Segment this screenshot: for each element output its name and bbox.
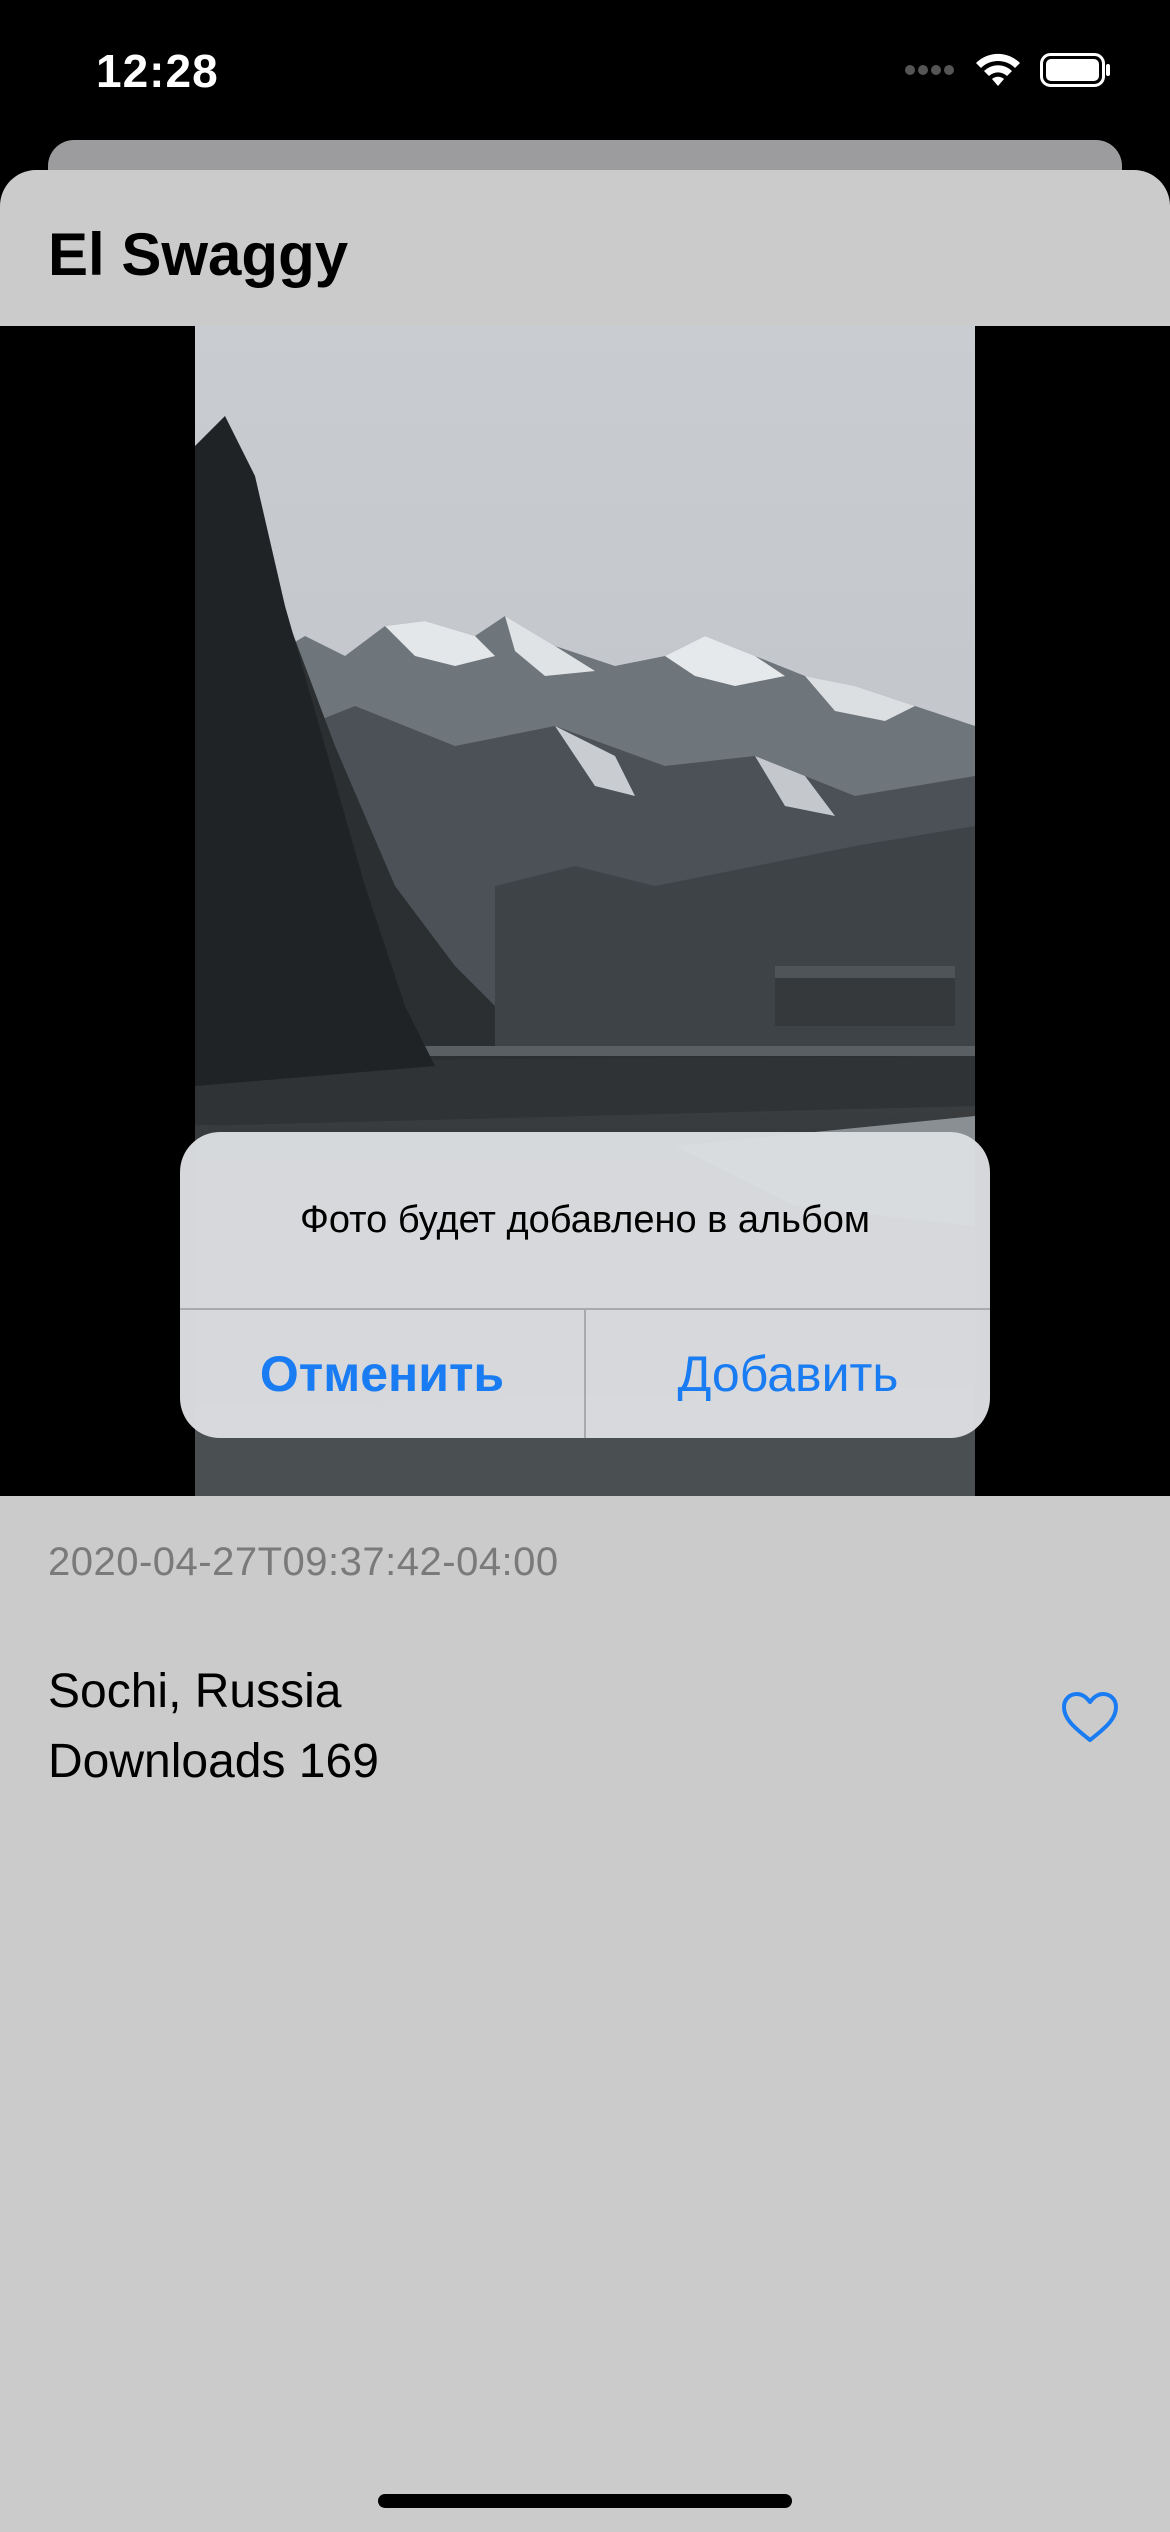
photo-location: Sochi, Russia bbox=[48, 1665, 342, 1718]
add-to-album-alert: Фото будет добавлено в альбом Отменить Д… bbox=[180, 1132, 990, 1438]
wifi-icon bbox=[976, 53, 1020, 86]
photo-downloads: Downloads 169 bbox=[48, 1735, 379, 1788]
status-icons bbox=[904, 52, 1112, 88]
photo-detail-screen: 12:28 El Swaggy 2020-04-27T09:37:42-04:0… bbox=[0, 0, 1170, 2532]
cellular-signal-icon bbox=[905, 65, 954, 75]
favorite-button[interactable] bbox=[1060, 1690, 1120, 1746]
status-time: 12:28 bbox=[96, 45, 219, 97]
author-title: El Swaggy bbox=[48, 221, 349, 288]
battery-icon bbox=[1040, 53, 1110, 87]
add-button[interactable]: Добавить bbox=[586, 1310, 990, 1438]
cancel-button[interactable]: Отменить bbox=[180, 1310, 584, 1438]
home-indicator bbox=[378, 2494, 792, 2508]
alert-message: Фото будет добавлено в альбом bbox=[299, 1198, 871, 1241]
heart-outline-icon bbox=[1062, 1692, 1118, 1742]
photo-date: 2020-04-27T09:37:42-04:00 bbox=[48, 1540, 559, 1584]
status-bar: 12:28 bbox=[0, 0, 1170, 140]
